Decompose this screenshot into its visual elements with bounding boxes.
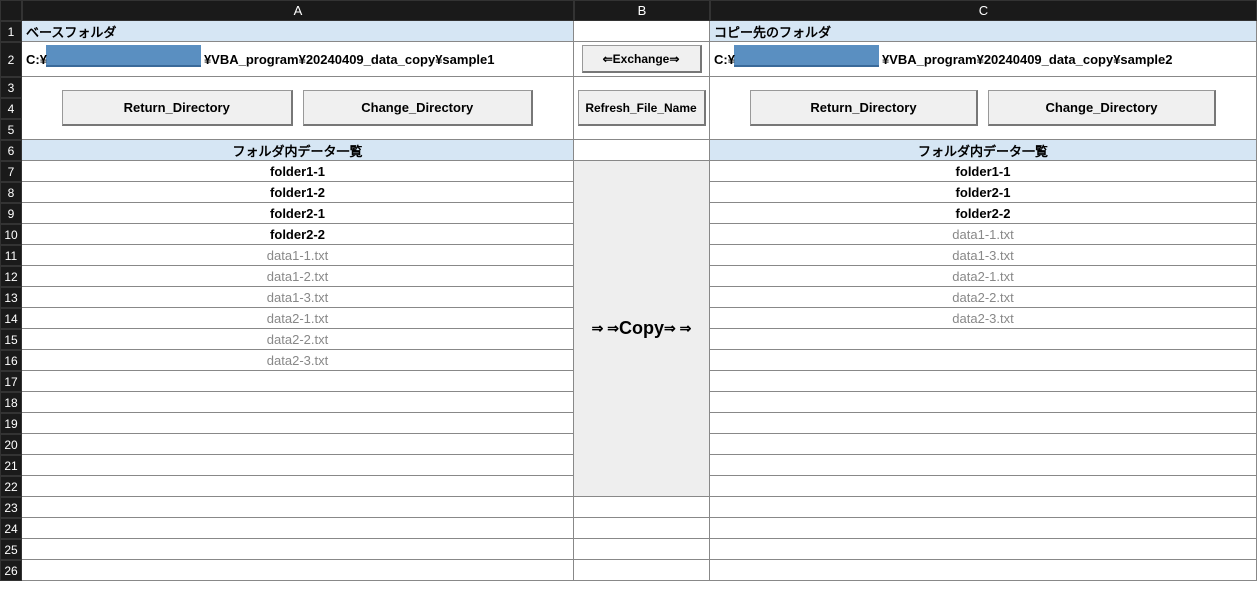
row-head-8[interactable]: 8 [0, 182, 22, 203]
left-data-row[interactable]: folder1-2 [22, 182, 574, 203]
left-path-cell[interactable]: C:¥¥VBA_program¥20240409_data_copy¥sampl… [22, 42, 574, 77]
row-head-19[interactable]: 19 [0, 413, 22, 434]
col-head-C[interactable]: C [710, 0, 1257, 21]
right-data-row[interactable]: data2-1.txt [710, 266, 1257, 287]
right-data-row [710, 434, 1257, 455]
empty-cell [22, 497, 574, 518]
left-change-directory-button[interactable]: Change_Directory [303, 90, 534, 126]
right-data-row [710, 476, 1257, 497]
right-data-row[interactable]: data2-2.txt [710, 287, 1257, 308]
right-data-row [710, 392, 1257, 413]
left-path-text: C:¥¥VBA_program¥20240409_data_copy¥sampl… [22, 52, 494, 67]
right-data-row[interactable]: folder1-1 [710, 161, 1257, 182]
empty-cell [574, 539, 710, 560]
row-head-11[interactable]: 11 [0, 245, 22, 266]
row-head-2[interactable]: 2 [0, 42, 22, 77]
select-all-corner[interactable] [0, 0, 22, 21]
right-data-row[interactable]: data1-1.txt [710, 224, 1257, 245]
empty-cell [710, 560, 1257, 581]
row-head-22[interactable]: 22 [0, 476, 22, 497]
row-head-25[interactable]: 25 [0, 539, 22, 560]
col-head-A[interactable]: A [22, 0, 574, 21]
left-data-row [22, 476, 574, 497]
empty-cell [710, 518, 1257, 539]
empty-cell [574, 518, 710, 539]
left-data-row[interactable]: data1-3.txt [22, 287, 574, 308]
left-data-row[interactable]: folder2-1 [22, 203, 574, 224]
left-data-row[interactable]: data1-1.txt [22, 245, 574, 266]
row-head-21[interactable]: 21 [0, 455, 22, 476]
row-head-7[interactable]: 7 [0, 161, 22, 182]
row-head-26[interactable]: 26 [0, 560, 22, 581]
left-data-row [22, 392, 574, 413]
row-head-16[interactable]: 16 [0, 350, 22, 371]
refresh-file-name-button[interactable]: Refresh_File_Name [578, 90, 706, 126]
row-head-10[interactable]: 10 [0, 224, 22, 245]
left-data-row [22, 455, 574, 476]
exchange-button[interactable]: ⇐Exchange⇒ [582, 45, 702, 73]
left-data-row [22, 434, 574, 455]
right-data-row[interactable]: folder2-1 [710, 182, 1257, 203]
row-head-3[interactable]: 3 [0, 77, 22, 98]
left-data-row[interactable]: data2-1.txt [22, 308, 574, 329]
row-head-6[interactable]: 6 [0, 140, 22, 161]
left-data-row [22, 413, 574, 434]
left-data-row[interactable]: data1-2.txt [22, 266, 574, 287]
refresh-cell: Refresh_File_Name [574, 77, 710, 140]
left-data-row [22, 371, 574, 392]
row-head-12[interactable]: 12 [0, 266, 22, 287]
empty-cell [710, 497, 1257, 518]
right-data-row[interactable]: data2-3.txt [710, 308, 1257, 329]
left-title: ベースフォルダ [22, 21, 574, 42]
cell-b1 [574, 21, 710, 42]
empty-cell [574, 497, 710, 518]
right-path-cell[interactable]: C:¥¥VBA_program¥20240409_data_copy¥sampl… [710, 42, 1257, 77]
right-data-row[interactable]: data1-3.txt [710, 245, 1257, 266]
row-head-14[interactable]: 14 [0, 308, 22, 329]
right-data-row[interactable]: folder2-2 [710, 203, 1257, 224]
left-list-header: フォルダ内データ一覧 [22, 140, 574, 161]
right-return-directory-button[interactable]: Return_Directory [750, 90, 978, 126]
exchange-cell: ⇐Exchange⇒ [574, 42, 710, 77]
right-data-row [710, 455, 1257, 476]
row-head-9[interactable]: 9 [0, 203, 22, 224]
row-head-5[interactable]: 5 [0, 119, 22, 140]
row-head-15[interactable]: 15 [0, 329, 22, 350]
left-data-row[interactable]: folder2-2 [22, 224, 574, 245]
copy-button[interactable]: ⇒ ⇒Copy⇒ ⇒ [580, 312, 704, 345]
right-data-row [710, 350, 1257, 371]
row-head-20[interactable]: 20 [0, 434, 22, 455]
right-title: コピー先のフォルダ [710, 21, 1257, 42]
row-head-23[interactable]: 23 [0, 497, 22, 518]
row-head-17[interactable]: 17 [0, 371, 22, 392]
empty-cell [22, 518, 574, 539]
row-head-24[interactable]: 24 [0, 518, 22, 539]
right-button-area: Return_Directory Change_Directory [710, 77, 1257, 140]
copy-button-area: ⇒ ⇒Copy⇒ ⇒ [574, 161, 710, 497]
empty-cell [22, 560, 574, 581]
empty-cell [710, 539, 1257, 560]
empty-cell [574, 560, 710, 581]
left-data-row[interactable]: data2-2.txt [22, 329, 574, 350]
right-path-text: C:¥¥VBA_program¥20240409_data_copy¥sampl… [710, 52, 1172, 67]
left-data-row[interactable]: data2-3.txt [22, 350, 574, 371]
left-return-directory-button[interactable]: Return_Directory [62, 90, 293, 126]
right-change-directory-button[interactable]: Change_Directory [988, 90, 1216, 126]
right-list-header: フォルダ内データ一覧 [710, 140, 1257, 161]
empty-cell [22, 539, 574, 560]
left-button-area: Return_Directory Change_Directory [22, 77, 574, 140]
right-data-row [710, 413, 1257, 434]
row-head-1[interactable]: 1 [0, 21, 22, 42]
col-head-B[interactable]: B [574, 0, 710, 21]
left-data-row[interactable]: folder1-1 [22, 161, 574, 182]
row-head-4[interactable]: 4 [0, 98, 22, 119]
row-head-13[interactable]: 13 [0, 287, 22, 308]
right-data-row [710, 371, 1257, 392]
row-head-18[interactable]: 18 [0, 392, 22, 413]
cell-b6 [574, 140, 710, 161]
right-data-row [710, 329, 1257, 350]
